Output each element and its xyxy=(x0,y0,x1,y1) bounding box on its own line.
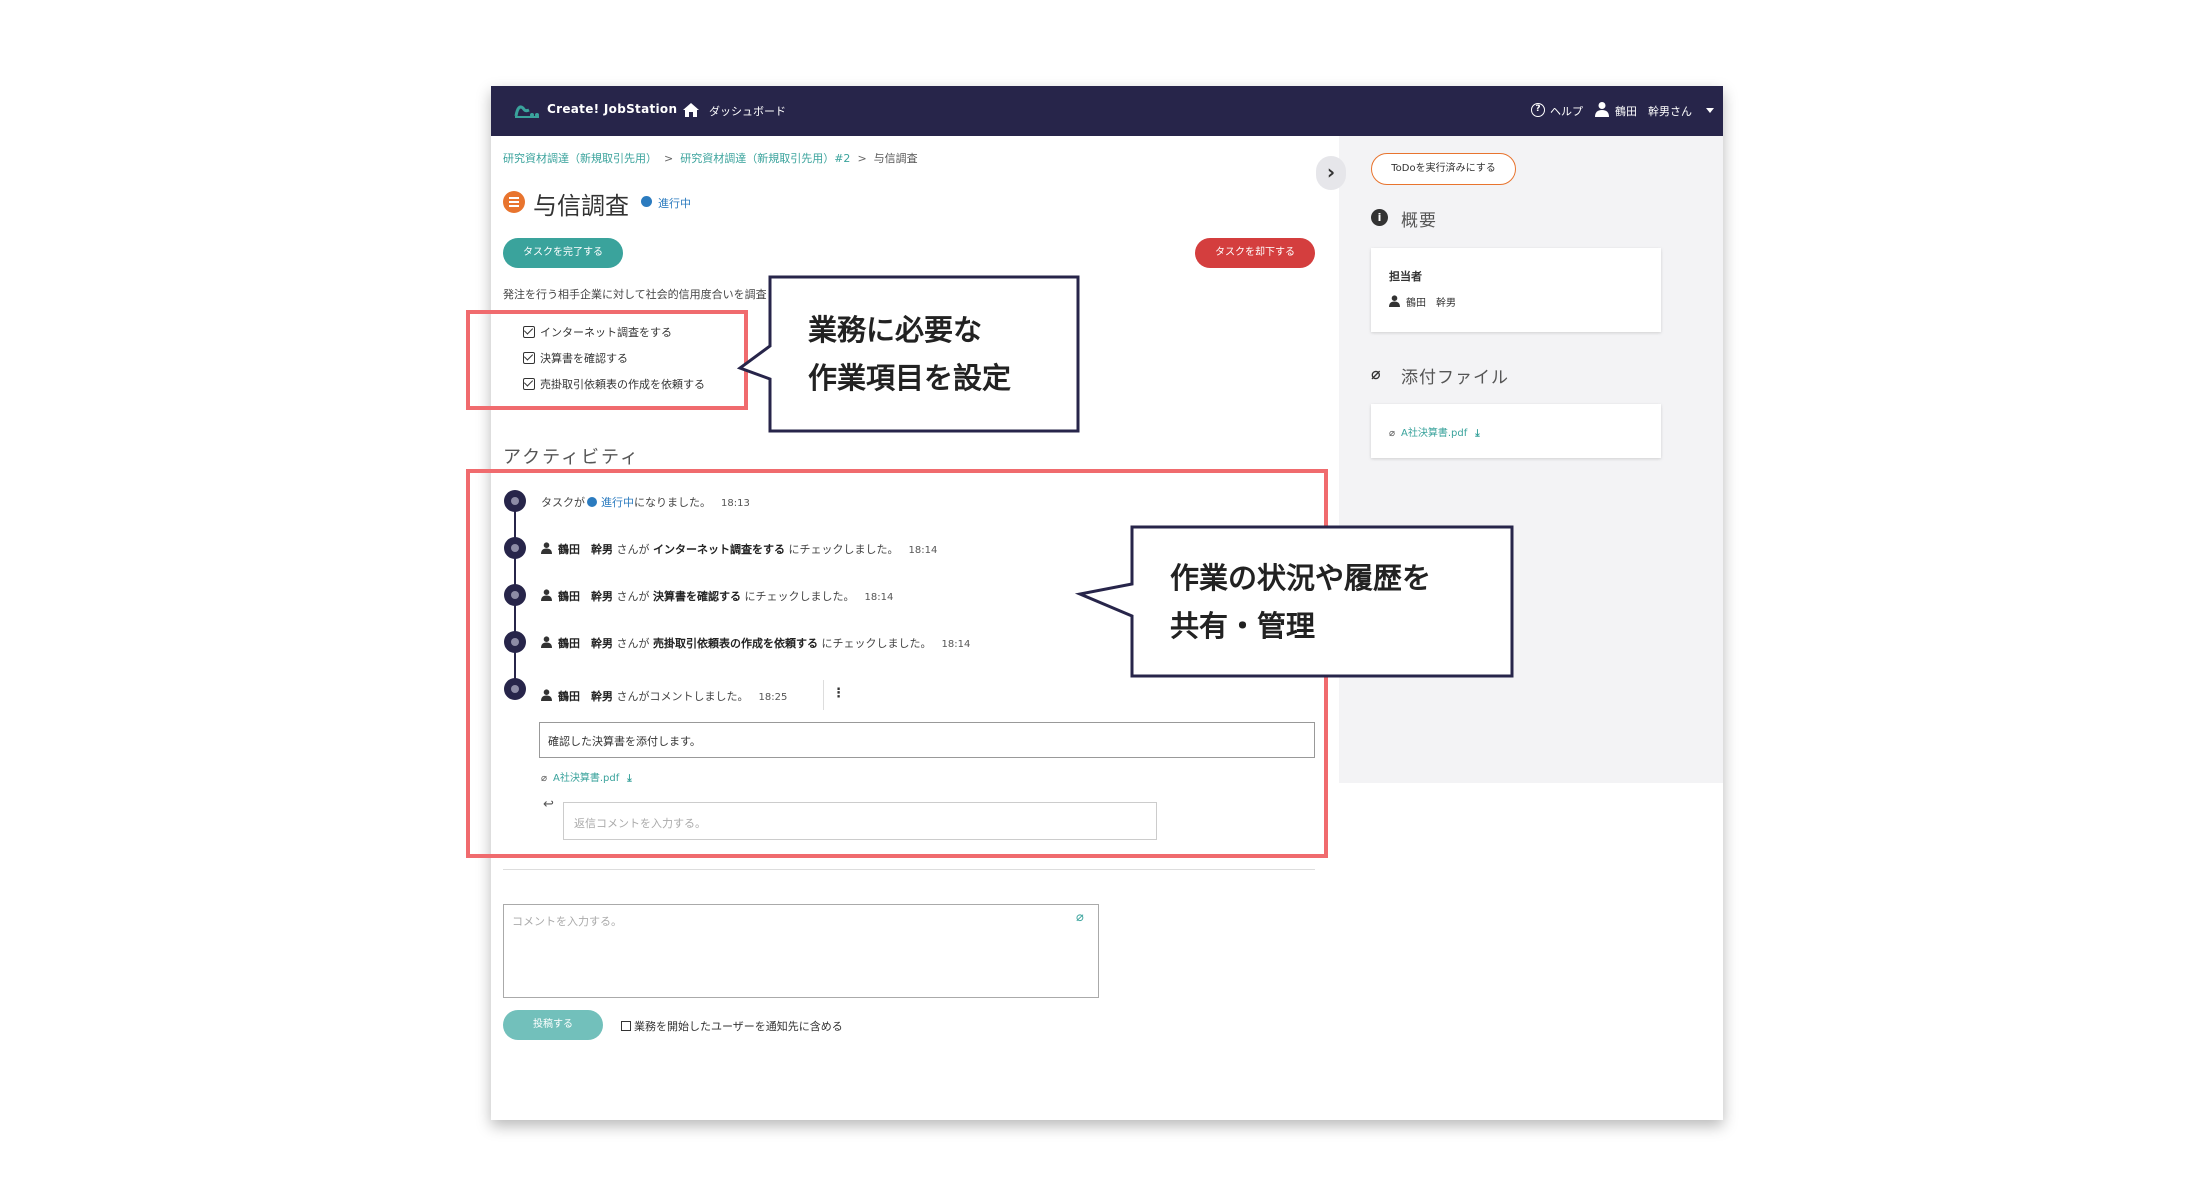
sidebar-attachment[interactable]: ⌀ A社決算書.pdf ⤓ xyxy=(1389,424,1480,439)
assignee-value: 鶴田 幹男 xyxy=(1389,294,1456,309)
user-menu[interactable]: 鶴田 幹男さん xyxy=(1615,103,1692,119)
chevron-down-icon[interactable] xyxy=(1706,108,1714,113)
assignee-label: 担当者 xyxy=(1389,270,1422,283)
home-icon[interactable] xyxy=(681,100,701,120)
download-icon[interactable]: ⤓ xyxy=(1475,428,1479,439)
sidebar-panel xyxy=(1339,136,1723,783)
attach-file-icon[interactable]: ⌀ xyxy=(1076,910,1084,925)
top-navbar: Create! JobStation ダッシュボード ? ヘルプ 鶴田 幹男さん xyxy=(491,86,1723,136)
post-button[interactable]: 投稿する xyxy=(503,1010,603,1040)
dashboard-link[interactable]: ダッシュボード xyxy=(709,103,786,119)
comment-input[interactable]: コメントを入力する。 xyxy=(503,904,1099,998)
complete-task-button[interactable]: タスクを完了する xyxy=(503,238,623,268)
user-icon xyxy=(1595,102,1609,117)
divider xyxy=(503,869,1315,870)
page-title: 与信調査 xyxy=(533,192,629,220)
status-clock-icon xyxy=(641,196,652,207)
paperclip-icon: ⌀ xyxy=(1371,364,1381,383)
user-icon xyxy=(1389,295,1400,307)
jobstation-logo-icon[interactable] xyxy=(513,100,541,120)
breadcrumb-item-instance[interactable]: 研究資材調達（新規取引先用）#2 xyxy=(680,152,850,165)
overview-heading: 概要 xyxy=(1401,211,1437,231)
reject-task-button[interactable]: タスクを却下する xyxy=(1195,238,1315,268)
overview-card: 担当者 鶴田 幹男 xyxy=(1371,248,1661,332)
task-list-icon xyxy=(503,191,525,213)
chevron-right-icon[interactable]: › xyxy=(1316,156,1346,190)
brand-name[interactable]: Create! JobStation xyxy=(547,102,677,116)
breadcrumb-item-process[interactable]: 研究資材調達（新規取引先用） xyxy=(503,152,657,165)
info-icon: i xyxy=(1371,209,1388,226)
callout-activity-text: 作業の状況や履歴を 共有・管理 xyxy=(1170,561,1432,643)
todo-done-button[interactable]: ToDoを実行済みにする xyxy=(1371,153,1516,185)
notify-checkbox[interactable] xyxy=(621,1021,631,1031)
help-link[interactable]: ヘルプ xyxy=(1550,103,1583,119)
callout-checklist-text: 業務に必要な 作業項目を設定 xyxy=(808,313,1012,395)
notify-option[interactable]: 業務を開始したユーザーを通知先に含める xyxy=(621,1018,843,1034)
help-icon[interactable]: ? xyxy=(1531,103,1545,117)
attachment-link[interactable]: A社決算書.pdf xyxy=(1401,428,1467,439)
notify-label: 業務を開始したユーザーを通知先に含める xyxy=(634,1020,843,1033)
breadcrumb-item-current: 与信調査 xyxy=(873,152,918,165)
attachments-heading: 添付ファイル xyxy=(1401,368,1509,388)
breadcrumb: 研究資材調達（新規取引先用） > 研究資材調達（新規取引先用）#2 > 与信調査 xyxy=(503,152,918,165)
activity-heading: アクティビティ xyxy=(503,447,640,468)
status-badge: 進行中 xyxy=(658,197,691,210)
attachments-card: ⌀ A社決算書.pdf ⤓ xyxy=(1371,404,1661,458)
paperclip-icon: ⌀ xyxy=(1389,428,1396,439)
